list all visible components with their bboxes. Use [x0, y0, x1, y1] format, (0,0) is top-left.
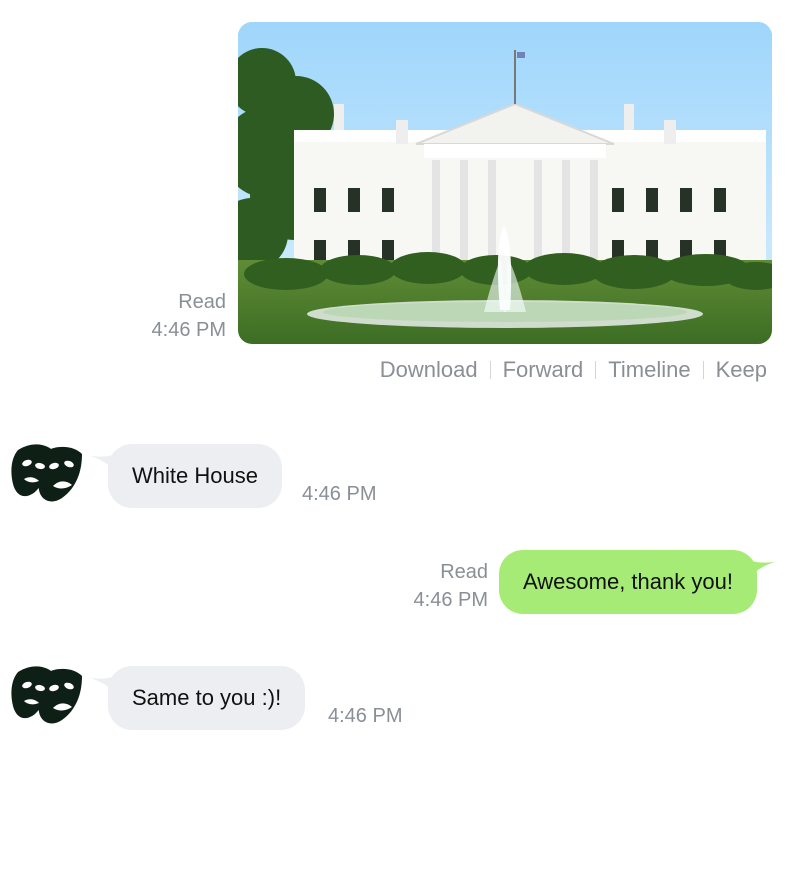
theater-masks-icon: [11, 444, 82, 502]
outgoing-message-time: 4:46 PM: [413, 589, 488, 611]
white-house-photo: [238, 22, 772, 344]
message-bubble[interactable]: Same to you :)!: [108, 666, 306, 730]
photo-message[interactable]: [238, 22, 772, 344]
avatar: [10, 442, 86, 506]
message-text: Awesome, thank you!: [523, 569, 733, 594]
message-text: Same to you :)!: [132, 685, 282, 710]
message-text: White House: [132, 463, 258, 488]
forward-action[interactable]: Forward: [503, 356, 584, 384]
incoming-message: White House: [90, 444, 282, 508]
theater-masks-icon: [11, 666, 82, 724]
photo-actions: Download Forward Timeline Keep: [380, 356, 767, 384]
action-divider: [489, 361, 491, 379]
download-action[interactable]: Download: [380, 356, 478, 384]
photo-message-status: Read: [178, 291, 226, 313]
incoming-message-time: 4:46 PM: [302, 483, 377, 505]
action-divider: [595, 361, 597, 379]
timeline-action[interactable]: Timeline: [608, 356, 690, 384]
outgoing-message-status: Read: [440, 561, 488, 583]
photo-message-time: 4:46 PM: [151, 319, 226, 341]
incoming-message: Same to you :)!: [90, 666, 306, 730]
message-bubble[interactable]: Awesome, thank you!: [499, 550, 757, 614]
outgoing-message-meta: Read 4:46 PM: [364, 558, 488, 614]
action-divider: [702, 361, 704, 379]
outgoing-message: Awesome, thank you!: [499, 550, 775, 614]
incoming-message-time: 4:46 PM: [328, 705, 403, 727]
avatar: [10, 664, 86, 728]
photo-message-meta: Read 4:46 PM: [102, 288, 226, 344]
keep-action[interactable]: Keep: [716, 356, 767, 384]
chat-thread: Read 4:46 PM Download Forward Timeline K…: [0, 0, 796, 894]
message-bubble[interactable]: White House: [108, 444, 282, 508]
